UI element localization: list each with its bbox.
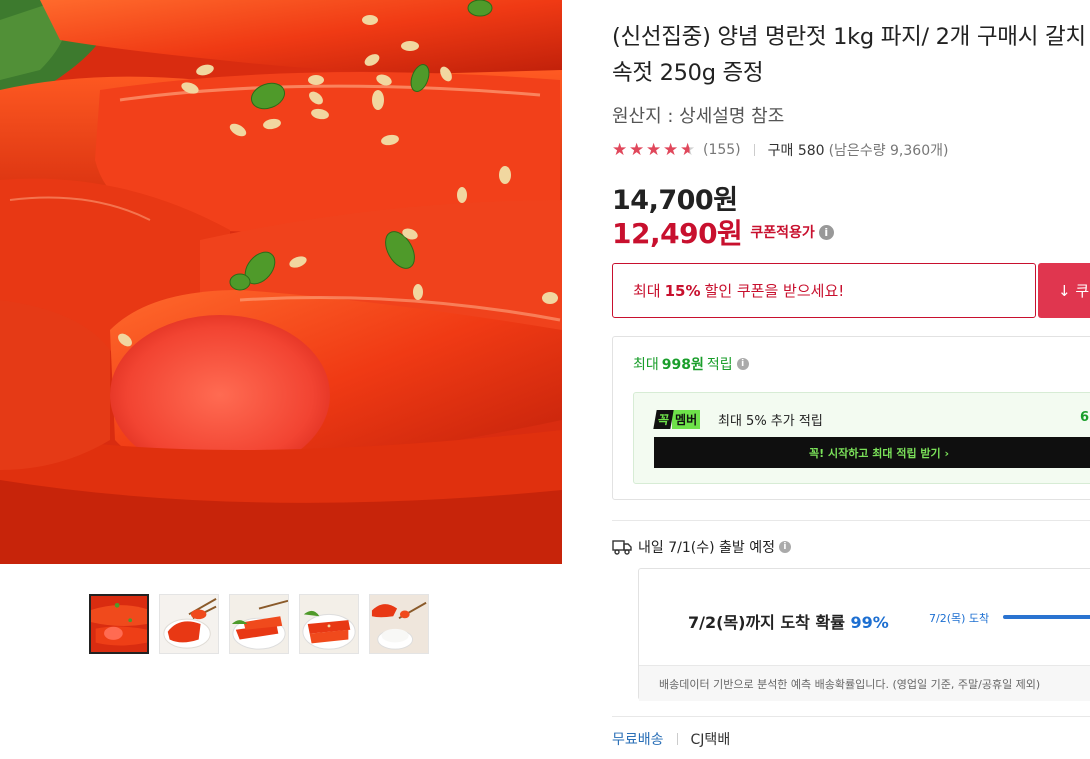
product-main-image bbox=[0, 0, 562, 564]
spicy-pollock-roe-photo bbox=[0, 0, 562, 564]
reward-line: 최대 998원 적립 i bbox=[633, 354, 749, 374]
courier-name: CJ택배 bbox=[690, 732, 731, 748]
thumbnail-3[interactable] bbox=[229, 594, 289, 654]
coupon-prefix: 최대 bbox=[633, 282, 661, 300]
coupon-price-label: 쿠폰적용가 bbox=[750, 225, 815, 241]
coupon-banner[interactable]: 최대 15% 할인 쿠폰을 받으세요! bbox=[612, 263, 1036, 318]
review-count-link[interactable]: (155) bbox=[703, 142, 741, 158]
reward-box: 최대 998원 적립 i 꼭 멤버 최대 5% 추가 적립 6 꼭! 시작하고 … bbox=[612, 336, 1090, 500]
probability-bar bbox=[1003, 615, 1090, 619]
departure-line: 내일 7/1(수) 출발 예정 i bbox=[612, 537, 791, 557]
truck-icon bbox=[612, 540, 632, 555]
purchase-count: 구매 580 bbox=[767, 143, 825, 159]
reward-suffix: 적립 bbox=[706, 357, 733, 373]
divider bbox=[753, 144, 755, 156]
star-rating[interactable]: ★ ★ ★ ★ ★ bbox=[612, 139, 697, 160]
thumbnail-2[interactable] bbox=[159, 594, 219, 654]
rating-row: ★ ★ ★ ★ ★ (155) 구매 580 (남은수량 9,360개) bbox=[612, 140, 948, 160]
info-icon[interactable]: i bbox=[778, 541, 791, 553]
delivery-probability-box: 7/2(목)까지 도착 확률 99% 7/2(목) 도착 배송데이터 기반으로 … bbox=[638, 568, 1090, 701]
coupon-suffix: 할인 쿠폰을 받으세요! bbox=[704, 282, 845, 300]
divider bbox=[612, 520, 1090, 521]
product-info-panel: (신선집중) 양념 명란젓 1kg 파지/ 2개 구매시 갈치속젓 250g 증… bbox=[612, 0, 1090, 759]
arrival-label: 7/2(목) 도착 bbox=[929, 612, 990, 625]
membership-text: 최대 5% 추가 적립 bbox=[718, 414, 823, 429]
free-shipping-label: 무료배송 bbox=[612, 732, 664, 748]
star-icon: ★ bbox=[646, 139, 662, 160]
half-star-icon: ★ bbox=[680, 139, 696, 160]
membership-box: 꼭 멤버 최대 5% 추가 적립 6 꼭! 시작하고 최대 적립 받기 › bbox=[633, 392, 1090, 484]
info-icon[interactable]: i bbox=[736, 358, 749, 370]
star-icon: ★ bbox=[629, 139, 645, 160]
delivery-probability: 7/2(목)까지 도착 확률 99% bbox=[688, 609, 889, 633]
reward-amount: 998원 bbox=[661, 357, 704, 373]
coupon-percent: 15% bbox=[664, 281, 701, 300]
star-icon: ★ bbox=[612, 139, 628, 160]
sale-price: 12,490원 bbox=[612, 217, 743, 250]
membership-points: 6 bbox=[1080, 410, 1090, 425]
delivery-probability-percent: 99% bbox=[850, 613, 889, 632]
membership-logo: 꼭 멤버 bbox=[653, 409, 701, 429]
info-icon[interactable]: i bbox=[818, 224, 834, 240]
divider bbox=[612, 716, 1090, 717]
thumbnail-1[interactable] bbox=[89, 594, 149, 654]
membership-logo-right: 멤버 bbox=[672, 409, 701, 429]
thumbnail-5[interactable] bbox=[369, 594, 429, 654]
courier-row: 무료배송 CJ택배 bbox=[612, 729, 730, 749]
product-title: (신선집중) 양념 명란젓 1kg 파지/ 2개 구매시 갈치속젓 250g 증… bbox=[612, 24, 1086, 86]
reward-prefix: 최대 bbox=[633, 357, 659, 373]
download-coupon-button[interactable]: ↓ 쿠 bbox=[1038, 263, 1090, 318]
delivery-note: 배송데이터 기반으로 분석한 예측 배송확률입니다. (영업일 기준, 주말/공… bbox=[659, 678, 1041, 691]
stock-remaining: (남은수량 9,360개) bbox=[828, 143, 949, 159]
membership-signup-button[interactable]: 꼭! 시작하고 최대 적립 받기 › bbox=[654, 437, 1090, 468]
sale-price-row: 12,490원 쿠폰적용가 i bbox=[612, 212, 834, 252]
star-icon: ★ bbox=[663, 139, 679, 160]
membership-logo-left: 꼭 bbox=[653, 409, 674, 429]
thumbnail-4[interactable] bbox=[299, 594, 359, 654]
divider bbox=[676, 733, 678, 745]
departure-text: 내일 7/1(수) 출발 예정 bbox=[638, 540, 775, 556]
delivery-probability-label: 7/2(목)까지 도착 확률 bbox=[688, 613, 845, 632]
thumbnail-strip bbox=[89, 594, 429, 654]
origin-text: 원산지 : 상세설명 참조 bbox=[612, 106, 785, 127]
